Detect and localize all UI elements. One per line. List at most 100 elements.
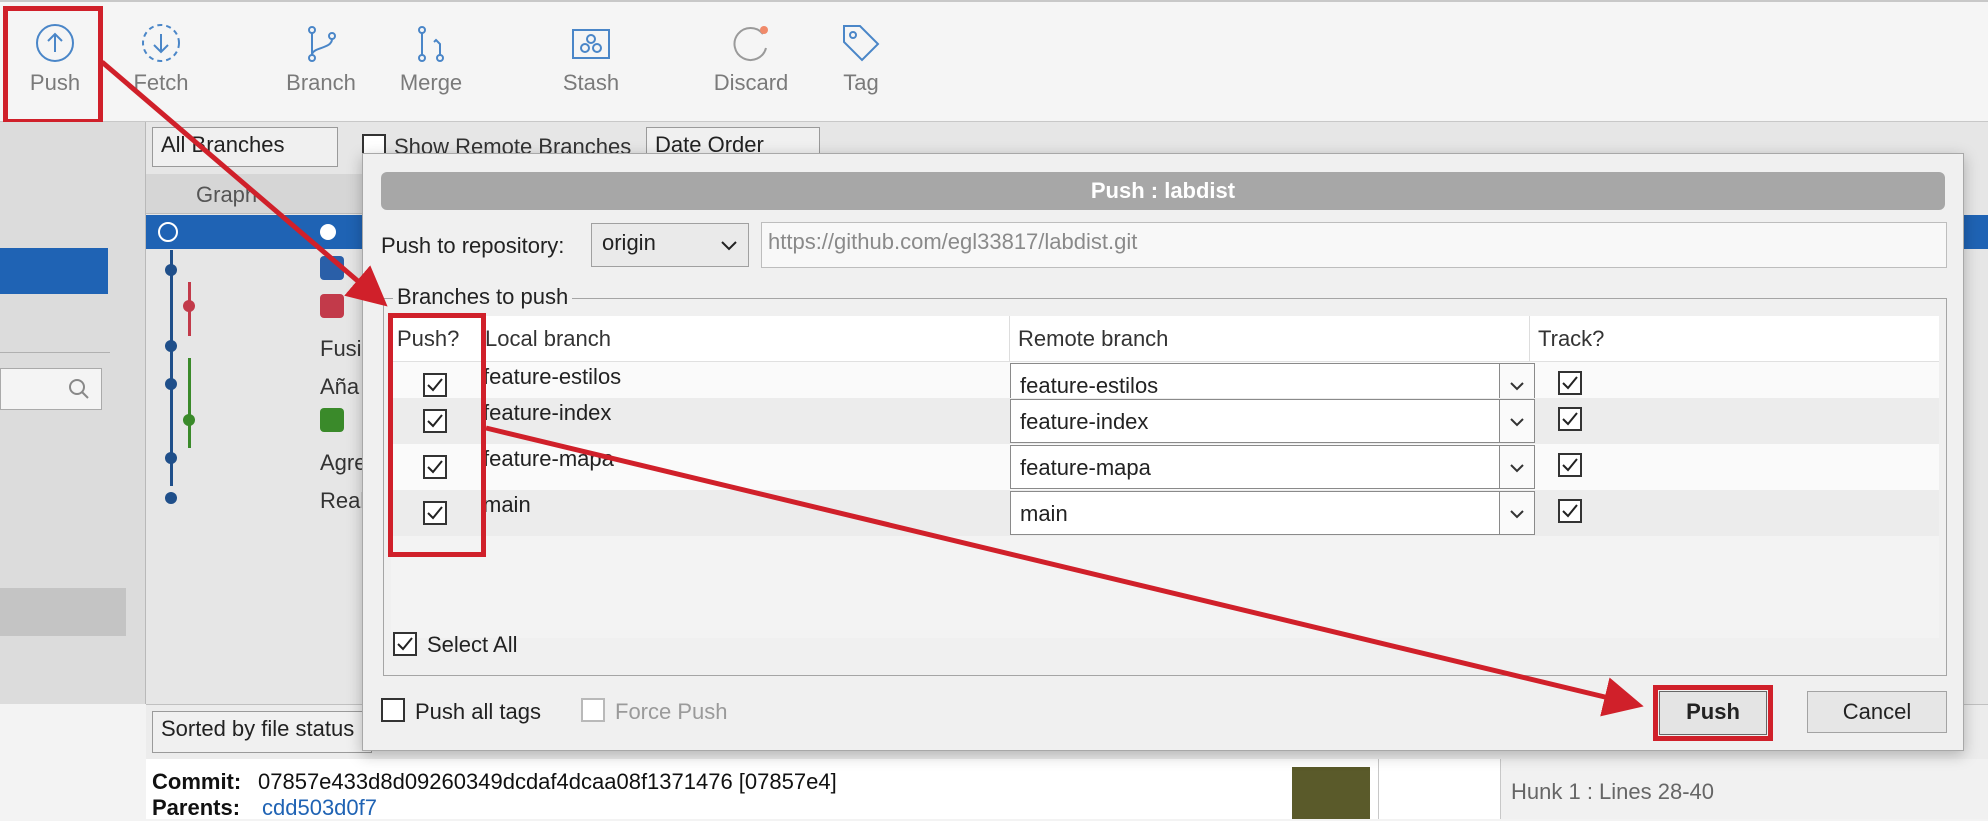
cancel-button[interactable]: Cancel bbox=[1807, 691, 1947, 733]
fetch-icon bbox=[142, 24, 180, 62]
parents-label: Parents: bbox=[152, 795, 241, 820]
branch-filter-dropdown[interactable]: All Branches bbox=[152, 127, 338, 167]
commit-node-red bbox=[183, 300, 195, 312]
fetch-label: Fetch bbox=[133, 70, 189, 95]
merge-icon bbox=[418, 26, 444, 62]
diff-hunk-header: Hunk 1 : Lines 28-40 bbox=[1500, 759, 1988, 819]
search-icon bbox=[69, 379, 89, 399]
push-button-highlight bbox=[1653, 685, 1773, 741]
remote-branch-dropdown[interactable]: feature-mapa bbox=[1010, 445, 1500, 489]
fetch-toolbar-button[interactable]: Fetch bbox=[106, 12, 216, 112]
repository-url-field[interactable]: https://github.com/egl33817/labdist.git bbox=[761, 222, 1947, 268]
remote-branch-dropdown[interactable]: feature-index bbox=[1010, 399, 1500, 443]
branches-group-title: Branches to push bbox=[393, 284, 573, 310]
head-node bbox=[158, 222, 178, 242]
left-sidebar bbox=[0, 122, 146, 704]
dialog-title: Push : labdist bbox=[381, 172, 1945, 210]
graph-column-header: Graph bbox=[146, 174, 366, 214]
branch-icon bbox=[308, 26, 336, 62]
discard-toolbar-button[interactable]: Discard bbox=[696, 12, 806, 112]
tag-toolbar-button[interactable]: Tag bbox=[806, 12, 916, 112]
panel-divider bbox=[1378, 759, 1379, 819]
local-branch-name: feature-estilos bbox=[483, 364, 622, 389]
head-marker bbox=[320, 224, 336, 240]
track-checkbox[interactable] bbox=[1558, 407, 1582, 431]
table-row: feature-mapa feature-mapa bbox=[391, 444, 1939, 490]
push-all-tags-label: Push all tags bbox=[415, 699, 541, 724]
graph-column-label: Graph bbox=[196, 182, 258, 207]
track-checkbox[interactable] bbox=[1558, 499, 1582, 523]
table-row: main main bbox=[391, 490, 1939, 536]
sidebar-divider bbox=[0, 352, 110, 353]
commit-node-green bbox=[183, 414, 195, 426]
remote-branch-dropdown-arrow[interactable] bbox=[1499, 445, 1535, 489]
remote-branch-dropdown-arrow[interactable] bbox=[1499, 491, 1535, 535]
repo-label: Push to repository: bbox=[381, 233, 565, 258]
stash-label: Stash bbox=[562, 70, 620, 95]
merge-label: Merge bbox=[399, 70, 463, 95]
stash-icon bbox=[572, 29, 610, 59]
branch-label: Branch bbox=[286, 70, 356, 95]
sidebar-section bbox=[0, 588, 126, 636]
discard-icon bbox=[733, 26, 768, 61]
chevron-down-icon bbox=[1510, 464, 1524, 473]
force-push-label: Force Push bbox=[615, 699, 728, 724]
push-dialog: Push : labdist Push to repository: origi… bbox=[362, 153, 1964, 751]
tag-icon bbox=[843, 25, 880, 62]
remote-branch-dropdown-arrow[interactable] bbox=[1499, 399, 1535, 443]
chevron-down-icon bbox=[721, 241, 737, 251]
author-avatar bbox=[1292, 767, 1370, 819]
branch-label-icon bbox=[320, 408, 344, 432]
track-column-header: Track? bbox=[1529, 316, 1939, 362]
track-checkbox[interactable] bbox=[1558, 453, 1582, 477]
commit-node bbox=[165, 492, 177, 504]
select-all-checkbox[interactable] bbox=[393, 632, 417, 656]
branch-filter-value: All Branches bbox=[161, 132, 285, 157]
remote-branch-column-header: Remote branch bbox=[1009, 316, 1529, 362]
table-row: feature-index feature-index bbox=[391, 398, 1939, 444]
commit-node bbox=[165, 452, 177, 464]
chevron-down-icon bbox=[1510, 510, 1524, 519]
graph-branch-line-green bbox=[188, 358, 191, 448]
track-checkbox[interactable] bbox=[1558, 371, 1582, 395]
repository-value: origin bbox=[602, 230, 656, 255]
push-toolbar-highlight bbox=[3, 6, 103, 124]
parent-hash-link[interactable]: cdd503d0f7 bbox=[262, 795, 377, 821]
discard-label: Discard bbox=[713, 70, 789, 95]
commit-message: Agre bbox=[320, 450, 367, 475]
graph-line bbox=[170, 250, 173, 486]
force-push-checkbox[interactable] bbox=[581, 698, 605, 722]
push-column-highlight bbox=[388, 313, 486, 557]
tag-label: Tag bbox=[843, 70, 879, 95]
merge-toolbar-button[interactable]: Merge bbox=[376, 12, 486, 112]
sidebar-selected-item[interactable] bbox=[0, 248, 108, 294]
local-branch-name: main bbox=[483, 492, 531, 517]
local-branch-column-header: Local branch bbox=[477, 316, 1009, 362]
sort-value: Sorted by file status bbox=[161, 716, 355, 741]
commit-node bbox=[165, 340, 177, 352]
push-all-tags-checkbox[interactable] bbox=[381, 698, 405, 722]
commit-message: Real bbox=[320, 488, 366, 513]
commit-message: Aña bbox=[320, 374, 360, 399]
sort-dropdown[interactable]: Sorted by file status bbox=[152, 711, 372, 753]
commit-info: Commit: 07857e433d8d09260349dcdaf4dcaa08… bbox=[146, 759, 1988, 821]
chevron-down-icon bbox=[1510, 418, 1524, 427]
stash-toolbar-button[interactable]: Stash bbox=[536, 12, 646, 112]
branch-label-icon bbox=[320, 256, 344, 280]
branch-toolbar-button[interactable]: Branch bbox=[266, 12, 376, 112]
commit-hash: 07857e433d8d09260349dcdaf4dcaa08f1371476… bbox=[258, 769, 837, 794]
remote-branch-dropdown[interactable]: main bbox=[1010, 491, 1500, 535]
commit-label: Commit: bbox=[152, 769, 242, 794]
local-branch-name: feature-mapa bbox=[483, 446, 614, 471]
hunk-label: Hunk 1 : Lines 28-40 bbox=[1511, 779, 1715, 804]
branches-table: Push? Local branch Remote branch Track? … bbox=[391, 316, 1939, 638]
commit-node bbox=[165, 264, 177, 276]
select-all-label: Select All bbox=[427, 632, 518, 657]
chevron-down-icon bbox=[1510, 382, 1524, 391]
repository-dropdown[interactable]: origin bbox=[591, 223, 749, 267]
local-branch-name: feature-index bbox=[483, 400, 612, 425]
toolbar: Push Fetch Branch Merge Stash Discard Ta… bbox=[0, 0, 1988, 122]
branch-label-icon bbox=[320, 294, 344, 318]
sidebar-search-input[interactable] bbox=[0, 368, 102, 410]
commit-node bbox=[165, 378, 177, 390]
